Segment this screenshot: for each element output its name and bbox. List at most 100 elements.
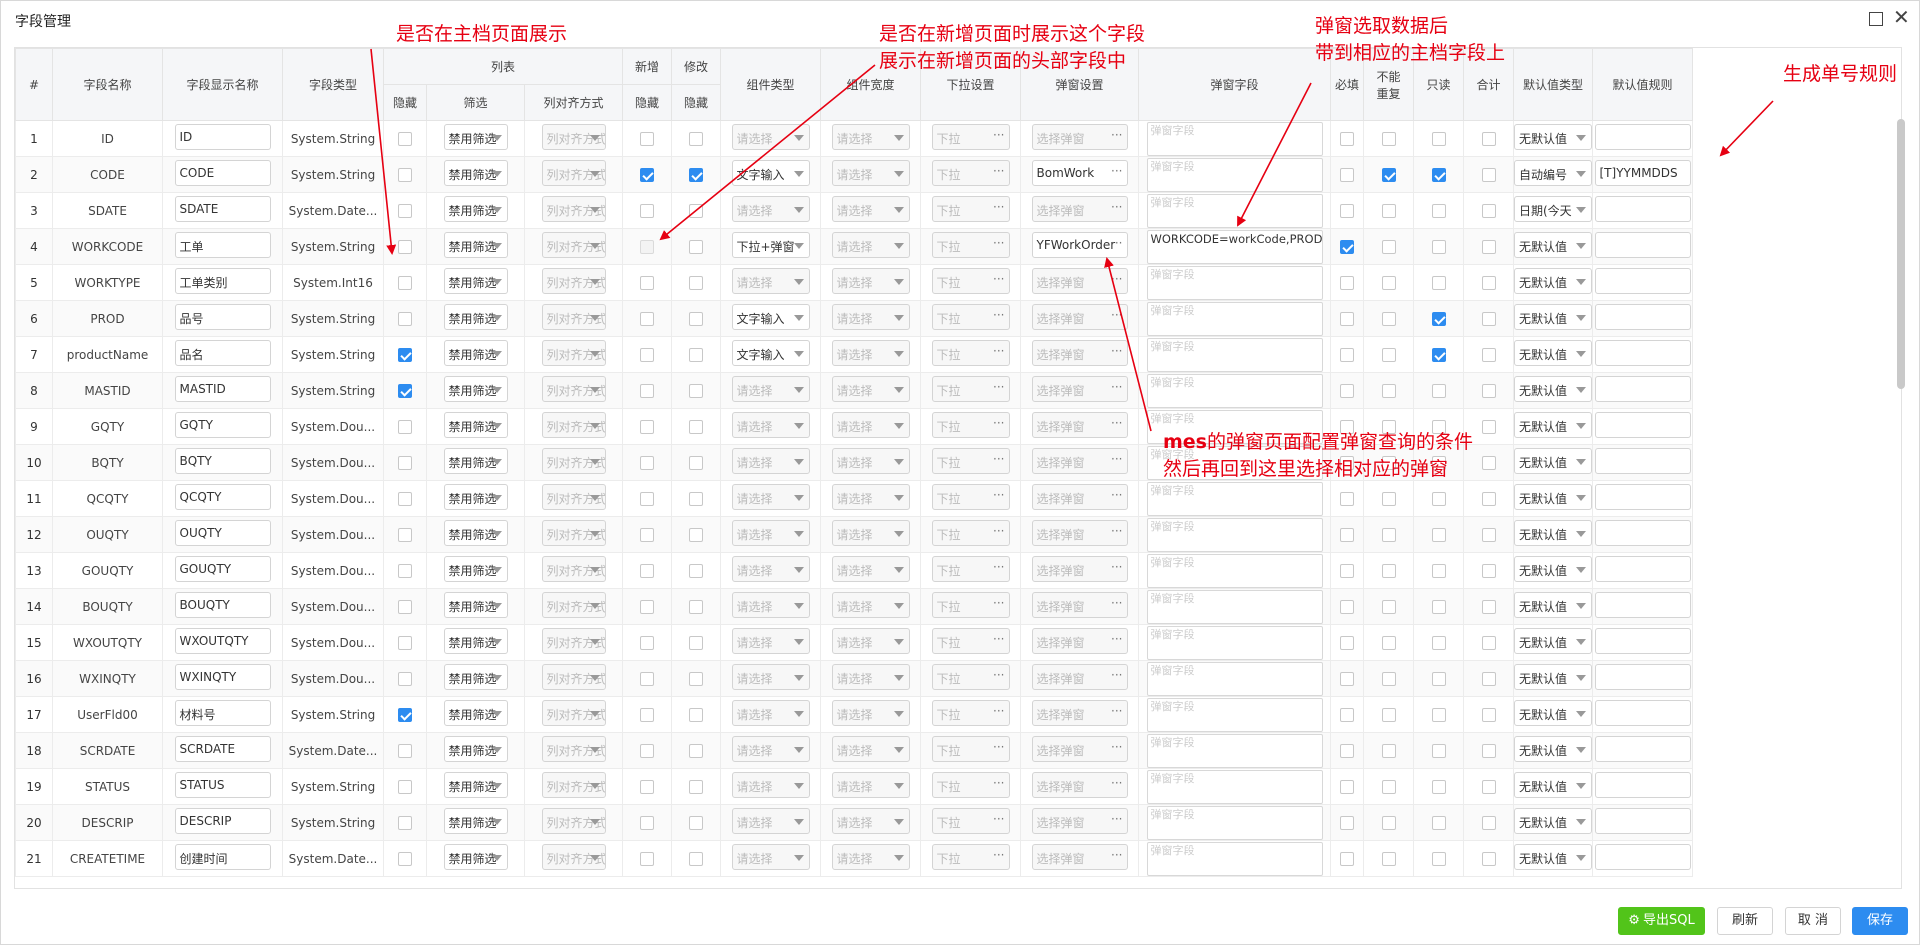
dropdown-picker[interactable]: 下拉 ··· [931,484,1010,510]
comp-type-select[interactable]: 文字输入 [731,304,810,330]
dropdown-picker[interactable]: 下拉 ··· [931,700,1010,726]
required-checkbox[interactable] [1340,347,1354,362]
list-hidden-checkbox[interactable] [398,275,412,290]
required-checkbox[interactable] [1340,599,1354,614]
required-checkbox[interactable] [1340,491,1354,506]
default-type-select[interactable]: 无默认值 [1514,376,1592,402]
dropdown-picker[interactable]: 下拉 ··· [931,592,1010,618]
dropdown-picker[interactable]: 下拉 ··· [931,556,1010,582]
add-hidden-checkbox[interactable] [640,491,654,506]
dropdown-picker[interactable]: 下拉 ··· [931,376,1010,402]
align-select[interactable]: 列对齐方式 [541,592,606,618]
filter-select[interactable]: 禁用筛选 [443,844,508,870]
required-checkbox[interactable] [1340,707,1354,722]
popup-picker[interactable]: 选择弹窗 ··· [1031,340,1128,366]
display-name-input[interactable]: BQTY [174,448,271,474]
sum-checkbox[interactable] [1481,167,1496,182]
readonly-checkbox[interactable] [1431,707,1446,722]
comp-type-select[interactable]: 请选择 [731,124,810,150]
default-rule-input[interactable] [1594,412,1691,438]
list-hidden-checkbox[interactable] [398,239,412,254]
display-name-input[interactable]: ID [174,124,271,150]
edit-hidden-checkbox[interactable] [689,671,703,686]
filter-select[interactable]: 禁用筛选 [443,484,508,510]
filter-select[interactable]: 禁用筛选 [443,340,508,366]
sum-checkbox[interactable] [1481,131,1496,146]
popup-picker[interactable]: 选择弹窗 ··· [1031,448,1128,474]
dropdown-picker[interactable]: 下拉 ··· [931,844,1010,870]
popup-field-textarea[interactable]: 弹窗字段 [1146,697,1323,732]
list-hidden-checkbox[interactable] [398,131,412,146]
required-checkbox[interactable] [1340,779,1354,794]
required-checkbox[interactable] [1340,527,1354,542]
readonly-checkbox[interactable] [1431,203,1446,218]
default-type-select[interactable]: 无默认值 [1514,556,1592,582]
popup-field-textarea[interactable]: 弹窗字段 [1146,841,1323,876]
comp-width-select[interactable]: 请选择 [831,196,910,222]
readonly-checkbox[interactable] [1431,347,1446,362]
sum-checkbox[interactable] [1481,383,1496,398]
unique-checkbox[interactable] [1381,527,1396,542]
default-rule-input[interactable] [1594,772,1691,798]
sum-checkbox[interactable] [1481,743,1496,758]
add-hidden-checkbox[interactable] [640,203,654,218]
default-rule-input[interactable] [1594,556,1691,582]
display-name-input[interactable]: SCRDATE [174,736,271,762]
list-hidden-checkbox[interactable] [398,419,412,434]
filter-select[interactable]: 禁用筛选 [443,772,508,798]
comp-width-select[interactable]: 请选择 [831,448,910,474]
required-checkbox[interactable] [1340,671,1354,686]
default-rule-input[interactable] [1594,628,1691,654]
comp-width-select[interactable]: 请选择 [831,412,910,438]
align-select[interactable]: 列对齐方式 [541,520,606,546]
default-type-select[interactable]: 无默认值 [1514,700,1592,726]
comp-width-select[interactable]: 请选择 [831,628,910,654]
popup-field-textarea[interactable]: 弹窗字段 [1146,373,1323,408]
comp-type-select[interactable]: 请选择 [731,664,810,690]
required-checkbox[interactable] [1340,275,1354,290]
popup-picker[interactable]: 选择弹窗 ··· [1031,556,1128,582]
default-type-select[interactable]: 无默认值 [1514,448,1592,474]
popup-picker[interactable]: 选择弹窗 ··· [1031,628,1128,654]
readonly-checkbox[interactable] [1431,851,1446,866]
comp-width-select[interactable]: 请选择 [831,304,910,330]
list-hidden-checkbox[interactable] [398,167,412,182]
add-hidden-checkbox[interactable] [640,671,654,686]
default-type-select[interactable]: 无默认值 [1514,520,1592,546]
readonly-checkbox[interactable] [1431,311,1446,326]
align-select[interactable]: 列对齐方式 [541,376,606,402]
display-name-input[interactable]: 创建时间 [174,844,271,870]
readonly-checkbox[interactable] [1431,491,1446,506]
list-hidden-checkbox[interactable] [398,635,412,650]
required-checkbox[interactable] [1340,635,1354,650]
save-button[interactable]: 保存 [1852,907,1908,935]
align-select[interactable]: 列对齐方式 [541,556,606,582]
comp-type-select[interactable]: 请选择 [731,376,810,402]
list-hidden-checkbox[interactable] [398,455,412,470]
filter-select[interactable]: 禁用筛选 [443,376,508,402]
comp-type-select[interactable]: 请选择 [731,268,810,294]
readonly-checkbox[interactable] [1431,671,1446,686]
default-rule-input[interactable] [1594,844,1691,870]
default-type-select[interactable]: 无默认值 [1514,412,1592,438]
filter-select[interactable]: 禁用筛选 [443,268,508,294]
popup-picker[interactable]: 选择弹窗 ··· [1031,844,1128,870]
default-rule-input[interactable] [1594,304,1691,330]
unique-checkbox[interactable] [1381,563,1396,578]
display-name-input[interactable]: 材料号 [174,700,271,726]
comp-width-select[interactable]: 请选择 [831,268,910,294]
unique-checkbox[interactable] [1381,383,1396,398]
display-name-input[interactable]: BOUQTY [174,592,271,618]
align-select[interactable]: 列对齐方式 [541,448,606,474]
default-type-select[interactable]: 无默认值 [1514,592,1592,618]
default-type-select[interactable]: 无默认值 [1514,268,1592,294]
popup-picker[interactable]: 选择弹窗 ··· [1031,520,1128,546]
align-select[interactable]: 列对齐方式 [541,844,606,870]
add-hidden-checkbox[interactable] [640,311,654,326]
comp-width-select[interactable]: 请选择 [831,808,910,834]
align-select[interactable]: 列对齐方式 [541,628,606,654]
dropdown-picker[interactable]: 下拉 ··· [931,664,1010,690]
required-checkbox[interactable] [1340,563,1354,578]
comp-width-select[interactable]: 请选择 [831,772,910,798]
comp-type-select[interactable]: 请选择 [731,520,810,546]
